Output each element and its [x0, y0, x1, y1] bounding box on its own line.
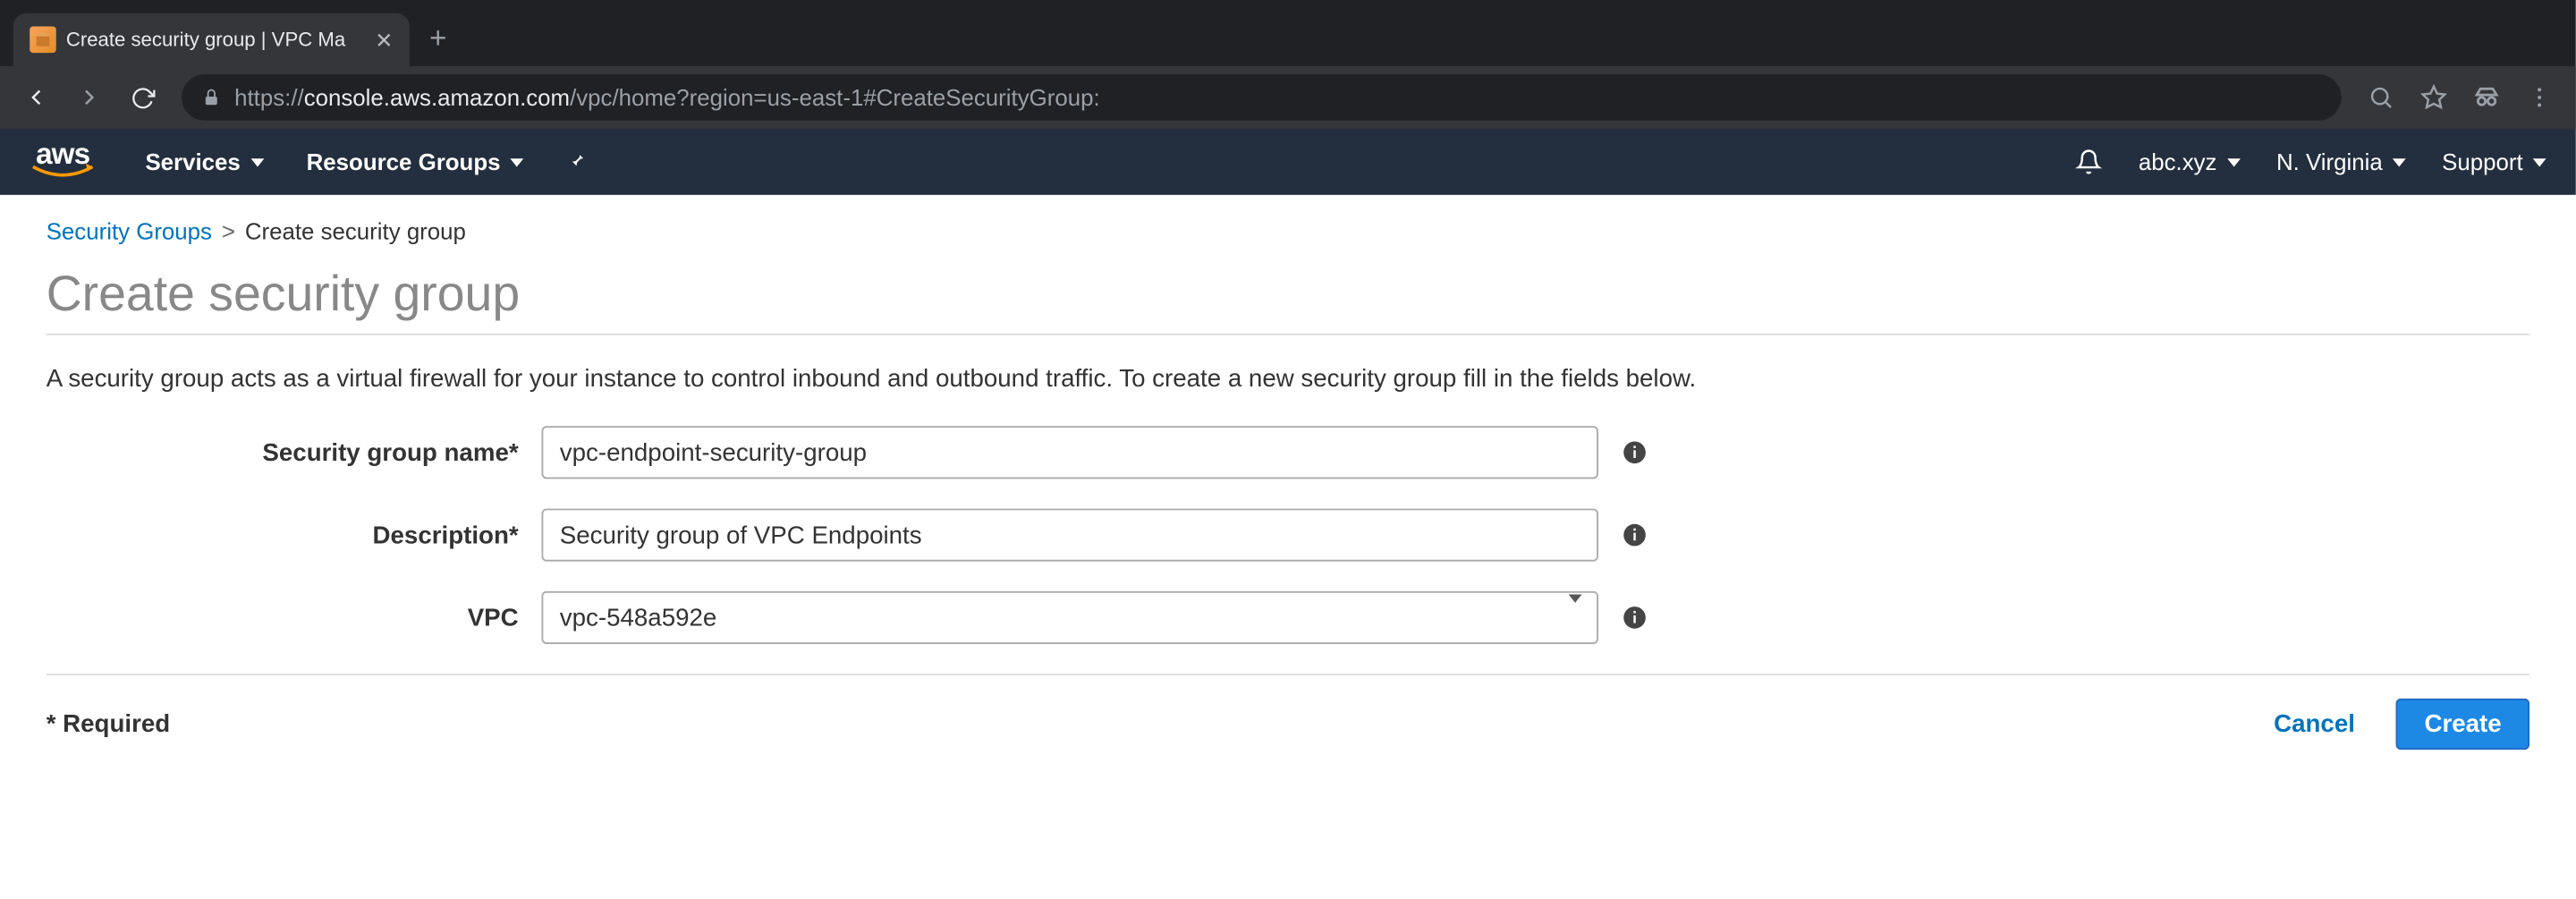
nav-account[interactable]: abc.xyz: [2139, 148, 2240, 175]
browser-right-icons: [2358, 74, 2563, 121]
search-icon[interactable]: [2358, 74, 2404, 121]
aws-favicon-icon: [30, 27, 56, 54]
row-description: Description*: [47, 509, 2529, 562]
nav-region-label: N. Virginia: [2276, 148, 2383, 175]
description-label: Description*: [47, 521, 542, 548]
breadcrumb-current: Create security group: [245, 218, 466, 245]
nav-services-label: Services: [145, 148, 240, 175]
breadcrumb: Security Groups > Create security group: [47, 218, 2529, 245]
browser-chrome: Create security group | VPC Ma ✕ + https…: [0, 0, 2576, 129]
page-content: Security Groups > Create security group …: [0, 195, 2576, 773]
forward-button[interactable]: [66, 74, 113, 121]
browser-tab-bar: Create security group | VPC Ma ✕ +: [0, 0, 2576, 66]
incognito-icon[interactable]: [2463, 74, 2510, 121]
url-path: /vpc/home?region=us-east-1#CreateSecurit…: [570, 84, 1100, 111]
breadcrumb-parent-link[interactable]: Security Groups: [47, 218, 212, 245]
nav-support[interactable]: Support: [2442, 148, 2546, 175]
reload-button[interactable]: [119, 74, 165, 121]
back-button[interactable]: [13, 74, 60, 121]
page-lead: A security group acts as a virtual firew…: [47, 365, 2529, 393]
star-icon[interactable]: [2411, 74, 2457, 121]
security-group-name-label: Security group name*: [47, 438, 542, 466]
vpc-label: VPC: [47, 604, 542, 632]
nav-services[interactable]: Services: [145, 148, 263, 175]
divider: [47, 334, 2529, 335]
cancel-button[interactable]: Cancel: [2246, 699, 2384, 750]
url-field[interactable]: https://console.aws.amazon.com/vpc/home?…: [182, 74, 2342, 121]
aws-top-nav: aws Services Resource Groups abc.xyz N. …: [0, 129, 2576, 195]
breadcrumb-sep: >: [222, 218, 235, 245]
new-tab-button[interactable]: +: [429, 21, 446, 56]
nav-support-label: Support: [2442, 148, 2523, 175]
vpc-select[interactable]: [541, 591, 1597, 644]
close-icon[interactable]: ✕: [375, 29, 393, 50]
row-security-group-name: Security group name*: [47, 426, 2529, 479]
security-group-name-input[interactable]: [541, 426, 1597, 479]
browser-tab[interactable]: Create security group | VPC Ma ✕: [13, 13, 410, 66]
chevron-down-icon: [2227, 157, 2241, 165]
chevron-down-icon: [2393, 157, 2406, 165]
url-text: https://console.aws.amazon.com/vpc/home?…: [234, 84, 1100, 111]
kebab-menu-icon[interactable]: [2516, 74, 2563, 121]
notifications-icon[interactable]: [2076, 148, 2103, 175]
info-icon[interactable]: [1622, 605, 1648, 632]
footer-bar: * Required Cancel Create: [47, 674, 2529, 750]
nav-region[interactable]: N. Virginia: [2276, 148, 2406, 175]
page-title: Create security group: [47, 267, 2529, 324]
nav-resource-groups-label: Resource Groups: [307, 148, 501, 175]
chevron-down-icon: [2533, 157, 2546, 165]
pin-icon[interactable]: [566, 150, 589, 174]
info-icon[interactable]: [1622, 439, 1648, 466]
chevron-down-icon: [511, 157, 524, 165]
nav-resource-groups[interactable]: Resource Groups: [307, 148, 524, 175]
required-note: * Required: [47, 710, 170, 738]
url-host: console.aws.amazon.com: [304, 84, 570, 111]
description-input[interactable]: [541, 509, 1597, 562]
browser-tab-title: Create security group | VPC Ma: [66, 28, 365, 51]
nav-account-label: abc.xyz: [2139, 148, 2217, 175]
browser-address-bar: https://console.aws.amazon.com/vpc/home?…: [0, 66, 2576, 129]
info-icon[interactable]: [1622, 522, 1648, 548]
url-scheme: https://: [234, 84, 304, 111]
aws-logo[interactable]: aws: [30, 143, 96, 181]
lock-icon: [201, 88, 221, 107]
create-button[interactable]: Create: [2396, 699, 2529, 750]
chevron-down-icon: [250, 157, 264, 165]
row-vpc: VPC: [47, 591, 2529, 644]
